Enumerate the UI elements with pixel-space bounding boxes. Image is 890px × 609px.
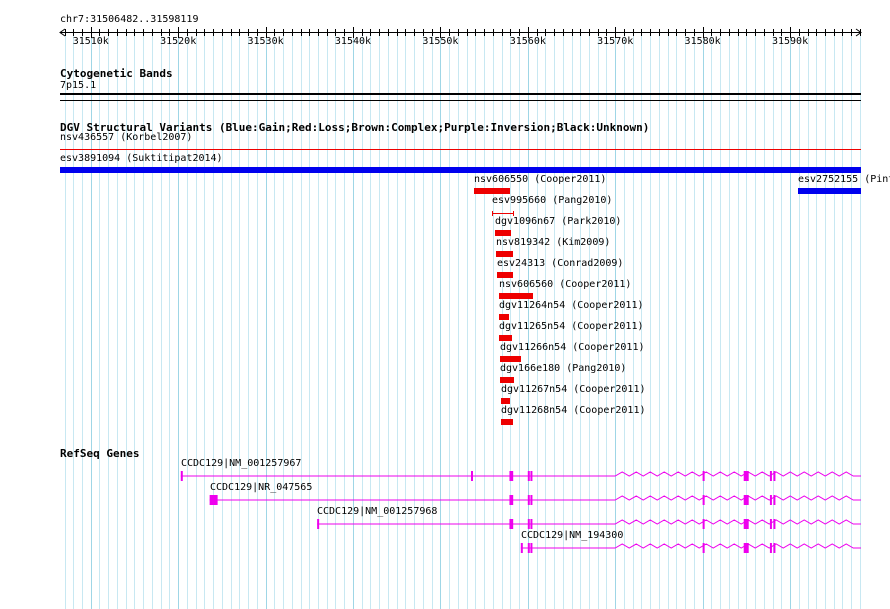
gene-exon[interactable] [702,519,705,529]
dgv-feature-label[interactable]: dgv11265n54 (Cooper2011) [499,321,644,333]
gene-exon[interactable] [773,543,776,553]
gene-exon[interactable] [769,519,772,529]
gene-exon[interactable] [773,471,776,481]
dgv-feature-glyph[interactable] [60,149,861,150]
dgv-feature-glyph[interactable] [501,398,510,404]
gene-exon[interactable] [702,495,705,505]
dgv-feature-glyph[interactable] [501,419,513,425]
dgv-feature-label[interactable]: dgv11266n54 (Cooper2011) [500,342,645,354]
gene-exon[interactable] [527,543,530,553]
dgv-feature-glyph[interactable] [495,230,511,236]
gene-intron[interactable] [209,495,861,501]
dgv-feature-label[interactable]: nsv819342 (Kim2009) [496,237,610,249]
gene-exon[interactable] [530,495,533,505]
dgv-feature-glyph[interactable] [60,167,861,173]
genome-browser-view: chr7:31506482..31598119 31510k 31520k 3153… [0,0,890,609]
dgv-feature-label[interactable]: esv995660 (Pang2010) [492,195,612,207]
gene-exon[interactable] [317,519,320,529]
ruler-tick-label: 31560k [510,36,546,47]
refseq-genes-track [180,471,861,553]
dgv-feature-glyph[interactable] [499,293,533,299]
gene-exon[interactable] [470,471,473,481]
dgv-feature-glyph[interactable] [798,188,861,194]
gene-label[interactable]: CCDC129|NR_047565 [210,482,312,494]
gene-exon[interactable] [530,519,533,529]
gene-exon[interactable] [511,471,514,481]
ruler-scale[interactable]: 31510k 31520k 31530k 31540k 31550k 31560k 3157… [0,22,890,62]
dgv-feature-glyph[interactable] [500,356,521,362]
ruler-tick-label: 31530k [248,36,284,47]
dgv-feature-label[interactable]: dgv166e180 (Pang2010) [500,363,626,375]
gene-intron[interactable] [520,543,861,549]
gene-exon[interactable] [769,495,772,505]
gene-exon[interactable] [209,495,218,505]
gene-label[interactable]: CCDC129|NM_194300 [521,530,623,542]
gene-exon[interactable] [530,543,533,553]
dgv-feature-label[interactable]: dgv11268n54 (Cooper2011) [501,405,646,417]
gene-exon[interactable] [743,495,749,505]
cytoband-track-title[interactable]: Cytogenetic Bands [60,67,173,80]
gene-exon[interactable] [527,519,530,529]
dgv-feature-glyph[interactable] [499,314,509,320]
gene-intron[interactable] [317,519,861,525]
ruler-tick-label: 31510k [73,36,109,47]
dgv-feature-label[interactable]: esv3891094 (Suktitipat2014) [60,153,223,165]
cytoband-label[interactable]: 7p15.1 [60,80,96,92]
ruler-tick-label: 31520k [160,36,196,47]
dgv-feature-label[interactable]: dgv1096n67 (Park2010) [495,216,621,228]
gene-intron[interactable] [180,471,861,477]
gene-exon[interactable] [769,471,772,481]
ruler-tick-label: 31550k [422,36,458,47]
gene-exon[interactable] [769,543,772,553]
gene-exon[interactable] [773,519,776,529]
gene-exon[interactable] [509,495,512,505]
gene-exon[interactable] [702,543,705,553]
track-divider [60,100,861,101]
dgv-feature-glyph[interactable] [499,335,512,341]
dgv-feature-glyph[interactable] [500,377,514,383]
ruler-tick-label: 31590k [772,36,808,47]
dgv-feature-label[interactable]: nsv606550 (Cooper2011) [474,174,606,186]
dgv-feature-label[interactable]: nsv436557 (Korbel2007) [60,132,192,144]
gene-exon[interactable] [520,543,523,553]
cytoband-bar[interactable] [60,93,861,95]
gene-exon[interactable] [702,471,705,481]
gene-exon[interactable] [509,471,512,481]
dgv-feature-label[interactable]: esv2752155 (Pinto [798,174,890,186]
gene-exon[interactable] [530,471,533,481]
gene-exon[interactable] [180,471,183,481]
dgv-feature-label[interactable]: esv24313 (Conrad2009) [497,258,623,270]
dgv-feature-label[interactable]: dgv11264n54 (Cooper2011) [499,300,644,312]
gene-exon[interactable] [509,519,512,529]
gene-exon[interactable] [527,495,530,505]
ruler-tick-label: 31570k [597,36,633,47]
gene-exon[interactable] [527,471,530,481]
dgv-feature-glyph[interactable] [496,251,513,257]
dgv-feature-glyph[interactable] [497,272,513,278]
ruler-tick-label: 31580k [685,36,721,47]
dgv-feature-label[interactable]: dgv11267n54 (Cooper2011) [501,384,646,396]
dgv-feature-label[interactable]: nsv606560 (Cooper2011) [499,279,631,291]
gene-exon[interactable] [511,495,514,505]
gene-exon[interactable] [743,519,749,529]
gene-exon[interactable] [743,471,749,481]
gene-exon[interactable] [773,495,776,505]
ruler-tick-label: 31540k [335,36,371,47]
gene-exon[interactable] [743,543,749,553]
gene-label[interactable]: CCDC129|NM_001257968 [317,506,437,518]
dgv-feature-glyph[interactable] [474,188,510,194]
gene-exon[interactable] [511,519,514,529]
gene-label[interactable]: CCDC129|NM_001257967 [181,458,301,470]
